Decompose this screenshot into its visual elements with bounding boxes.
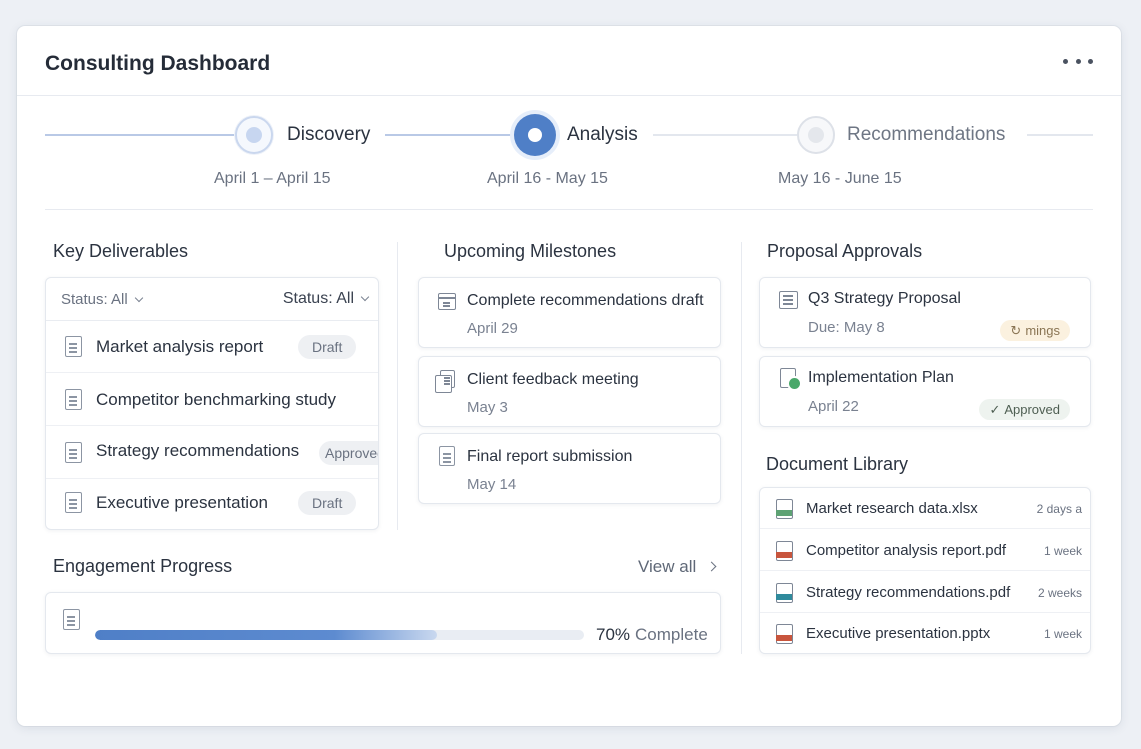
deliverables-filters: Status: All Status: All: [46, 278, 378, 321]
refresh-icon: ↻: [1010, 323, 1022, 338]
step-discovery-label[interactable]: Discovery: [287, 124, 370, 146]
column-divider: [397, 242, 398, 530]
file-modified-time: 1 week: [1043, 627, 1082, 641]
milestone-card[interactable]: Complete recommendations draft April 29: [418, 277, 721, 348]
progress-percent: 70%: [596, 625, 631, 644]
list-icon: [779, 291, 798, 309]
deliverable-row[interactable]: Executive presentation Draft: [46, 477, 378, 529]
file-row[interactable]: Executive presentation.pptx 1 week: [760, 613, 1090, 653]
progress-bar-fill: [95, 630, 438, 640]
status-badge: Draft: [298, 491, 357, 515]
file-row[interactable]: Strategy recommendations.pdf 2 weeks: [760, 572, 1090, 613]
document-icon: [65, 442, 82, 463]
file-modified-time: 2 days a: [1036, 502, 1082, 516]
copy-icon: [435, 370, 455, 393]
step-recommendations-dates: May 16 - June 15: [778, 170, 902, 187]
status-filter-dropdown-secondary[interactable]: Status: All: [283, 290, 370, 308]
check-icon: ✓: [989, 402, 1001, 417]
document-icon: [439, 446, 455, 466]
milestone-card[interactable]: Final report submission May 14: [418, 433, 721, 504]
deliverable-name: Market analysis report: [96, 337, 264, 356]
milestone-name: Complete recommendations draft: [467, 292, 704, 309]
dashboard-card: Consulting Dashboard Discovery April 1 –…: [17, 26, 1121, 726]
pdf-file-icon: [776, 583, 793, 603]
deliverables-title: Key Deliverables: [53, 241, 189, 261]
more-options-button[interactable]: [1063, 50, 1093, 72]
file-row[interactable]: Market research data.xlsx 2 days a: [760, 488, 1090, 529]
step-recommendations-indicator[interactable]: [797, 116, 835, 154]
milestone-date: April 29: [467, 320, 518, 337]
step-analysis-indicator[interactable]: [514, 114, 556, 156]
deliverable-name: Executive presentation: [96, 493, 268, 512]
file-name: Strategy recommendations.pdf: [806, 584, 1011, 601]
file-name: Executive presentation.pptx: [806, 625, 991, 642]
chevron-down-icon: [360, 292, 370, 302]
progress-complete-label: Complete: [635, 625, 708, 644]
deliverables-panel: Status: All Status: All Market analysis …: [45, 277, 379, 530]
chevron-down-icon: [134, 293, 143, 303]
document-icon: [65, 389, 82, 410]
column-divider: [741, 242, 742, 654]
deliverable-row[interactable]: Strategy recommendations Approved: [46, 427, 378, 479]
presentation-file-icon: [776, 624, 793, 644]
phase-stepper: Discovery April 1 – April 15 Analysis Ap…: [17, 96, 1121, 210]
approvals-title: Proposal Approvals: [767, 241, 923, 261]
document-icon: [65, 492, 82, 513]
stepper-line: [653, 134, 797, 136]
deliverable-row[interactable]: Market analysis report Draft: [46, 321, 378, 373]
section-divider: [45, 209, 1093, 210]
engagement-title: Engagement Progress: [53, 556, 233, 576]
milestone-card[interactable]: Client feedback meeting May 3: [418, 356, 721, 427]
status-badge: Draft: [298, 335, 357, 359]
milestone-name: Client feedback meeting: [467, 371, 639, 388]
document-library-panel: Market research data.xlsx 2 days a Compe…: [759, 487, 1091, 654]
spreadsheet-file-icon: [776, 499, 793, 519]
page-title: Consulting Dashboard: [45, 52, 271, 75]
engagement-progress-panel: 70% Complete: [45, 592, 721, 654]
progress-bar: [95, 630, 584, 640]
approval-date: April 22: [808, 398, 859, 415]
file-name: Market research data.xlsx: [806, 500, 978, 517]
approval-name: Q3 Strategy Proposal: [808, 290, 961, 307]
approval-due-date: Due: May 8: [808, 319, 885, 336]
file-modified-time: 1 week: [1043, 544, 1082, 558]
step-discovery-dates: April 1 – April 15: [214, 170, 331, 187]
status-badge: Approved: [319, 441, 378, 465]
approval-card[interactable]: Q3 Strategy Proposal Due: May 8 ↻ mings: [759, 277, 1091, 348]
status-badge: ✓ Approved: [979, 399, 1070, 420]
file-modified-time: 2 weeks: [1037, 586, 1082, 600]
deliverable-name: Strategy recommendations: [96, 441, 300, 460]
step-discovery-indicator[interactable]: [235, 116, 273, 154]
milestone-date: May 3: [467, 399, 508, 416]
status-badge: ↻ mings: [1000, 320, 1070, 341]
calendar-icon: [438, 293, 456, 310]
library-title: Document Library: [766, 454, 909, 474]
more-horizontal-icon: [1063, 58, 1068, 64]
file-name: Competitor analysis report.pdf: [806, 542, 1007, 559]
step-recommendations-label[interactable]: Recommendations: [847, 124, 1005, 146]
approval-card[interactable]: Implementation Plan April 22 ✓ Approved: [759, 356, 1091, 427]
pdf-file-icon: [776, 541, 793, 561]
deliverable-row[interactable]: Competitor benchmarking study: [46, 374, 378, 426]
stepper-line: [385, 134, 513, 136]
milestone-name: Final report submission: [467, 448, 633, 465]
deliverable-name: Competitor benchmarking study: [96, 390, 337, 409]
status-filter-dropdown[interactable]: Status: All: [61, 291, 143, 308]
milestones-title: Upcoming Milestones: [444, 241, 617, 261]
view-all-link[interactable]: View all: [638, 557, 717, 577]
document-icon: [63, 609, 80, 630]
step-analysis-dates: April 16 - May 15: [487, 170, 608, 187]
milestone-date: May 14: [467, 476, 517, 493]
file-row[interactable]: Competitor analysis report.pdf 1 week: [760, 530, 1090, 571]
progress-label: 70% Complete: [596, 625, 708, 645]
step-analysis-label[interactable]: Analysis: [567, 124, 638, 146]
stepper-line: [1027, 134, 1093, 136]
stepper-line: [45, 134, 235, 136]
document-icon: [65, 336, 82, 357]
document-sync-icon: [780, 368, 802, 391]
dashboard-header: Consulting Dashboard: [17, 26, 1121, 96]
approval-name: Implementation Plan: [808, 369, 954, 386]
chevron-right-icon: [706, 561, 717, 572]
